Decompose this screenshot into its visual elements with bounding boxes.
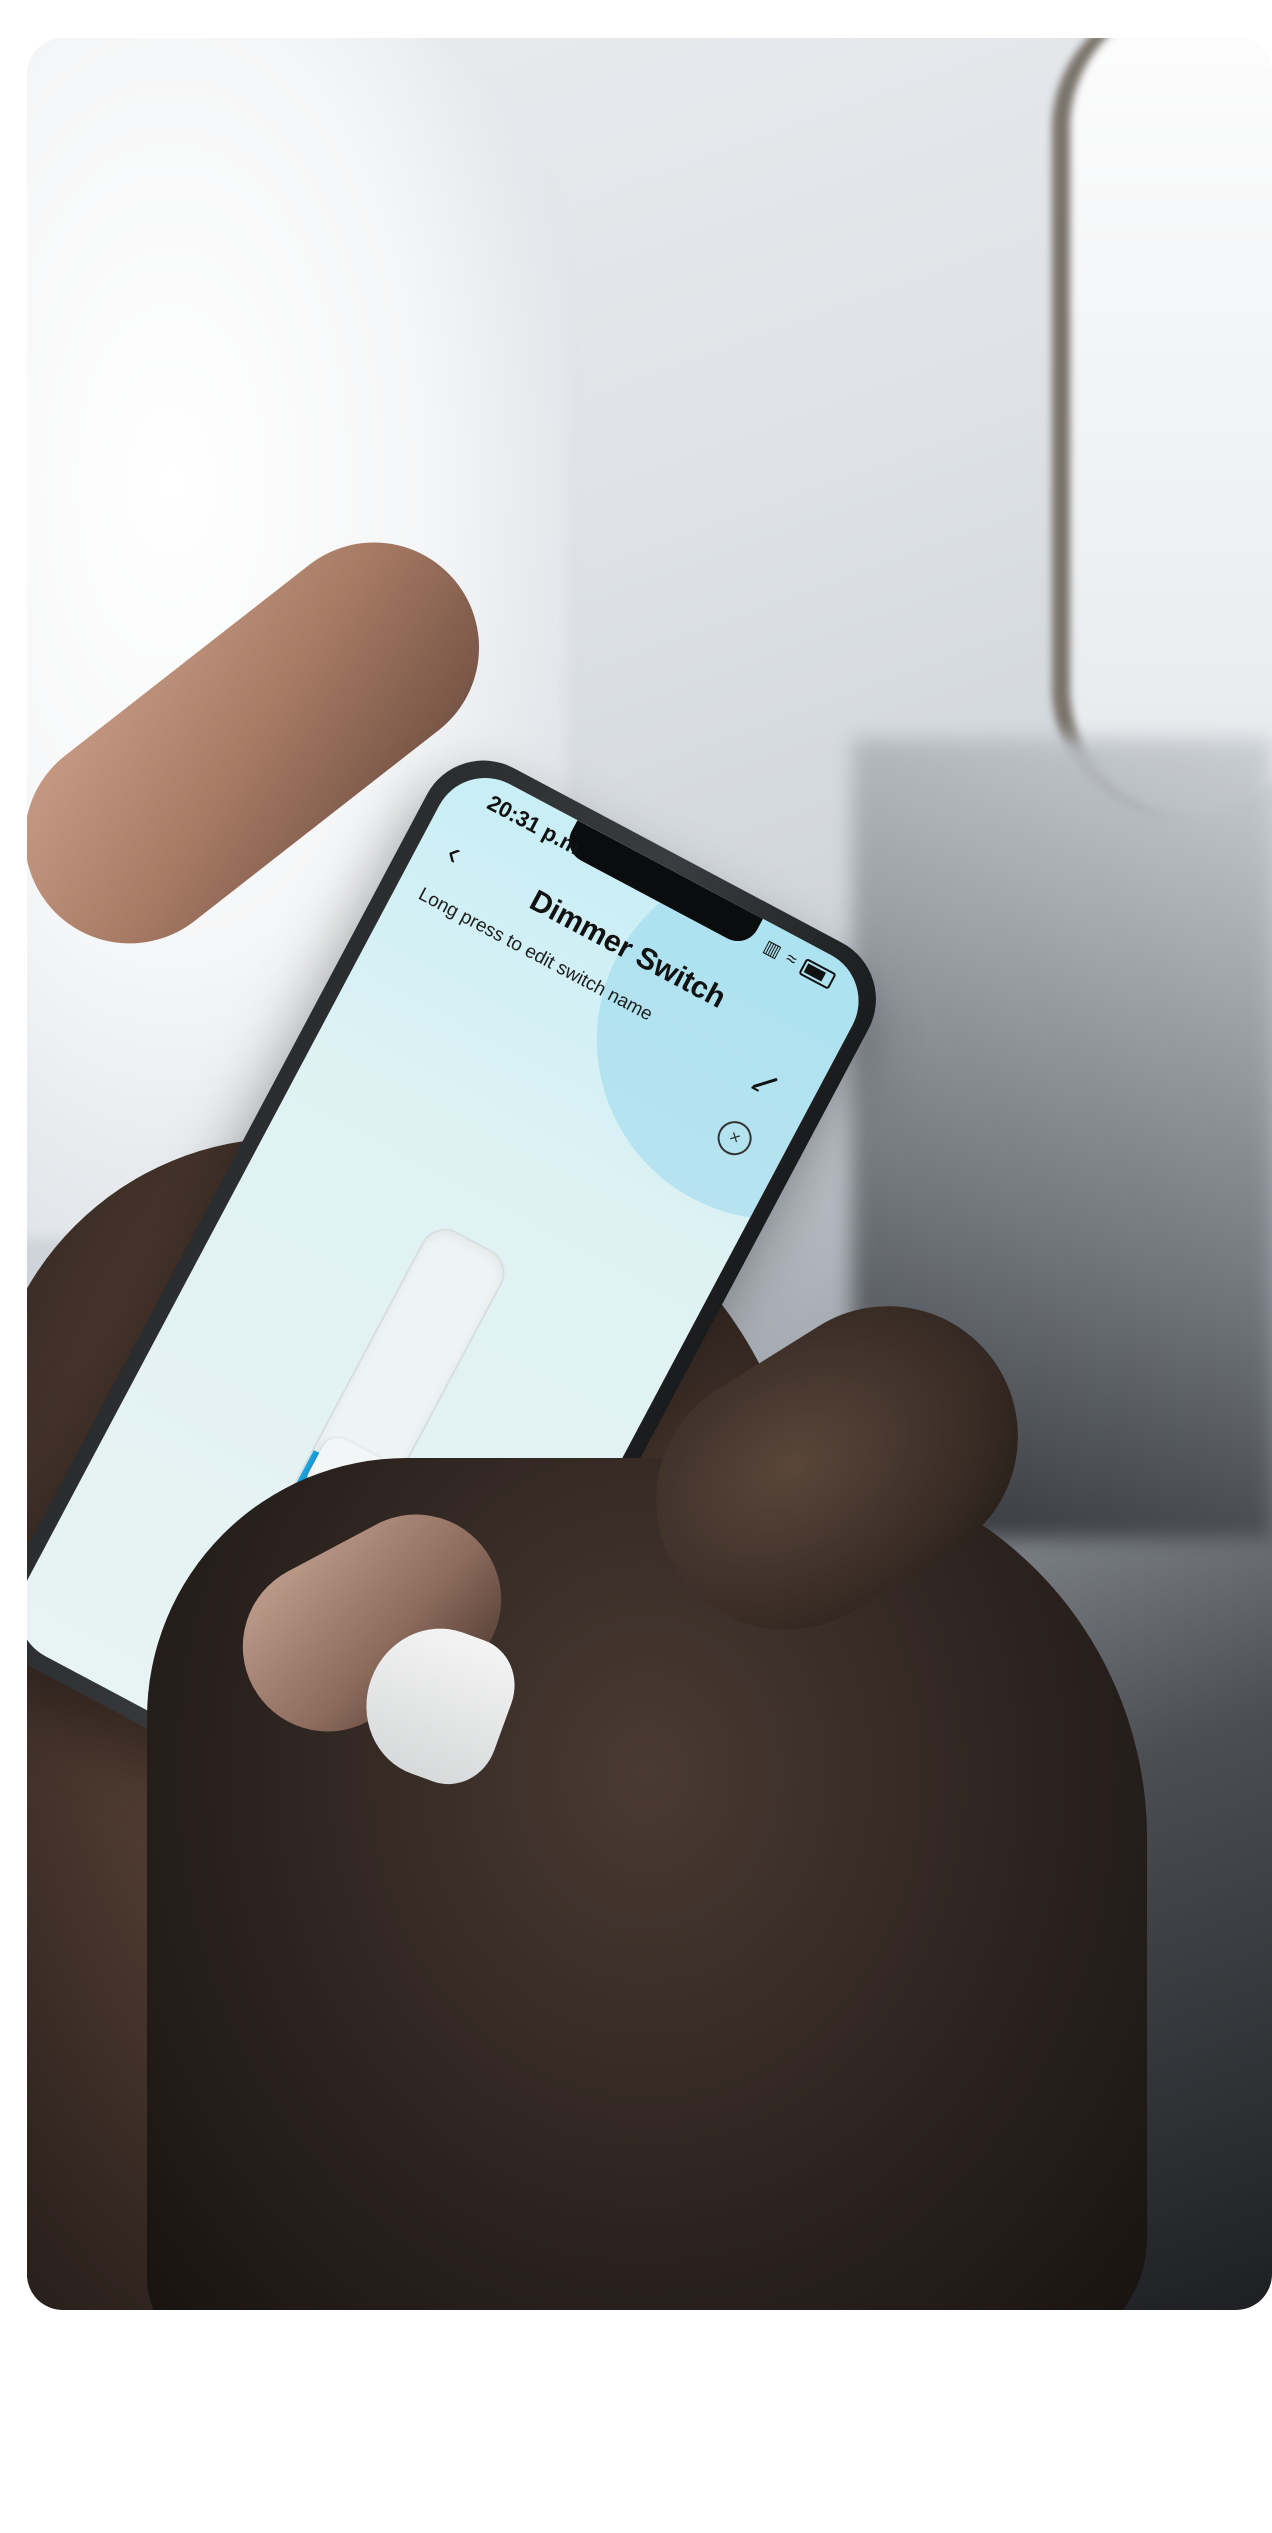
airplane-window-right bbox=[1052, 38, 1272, 818]
photo: 20:31 p.m. ▥ ≈ ‹ Dimmer Switch Long pres… bbox=[27, 38, 1272, 2310]
wifi-icon: ≈ bbox=[782, 947, 801, 971]
